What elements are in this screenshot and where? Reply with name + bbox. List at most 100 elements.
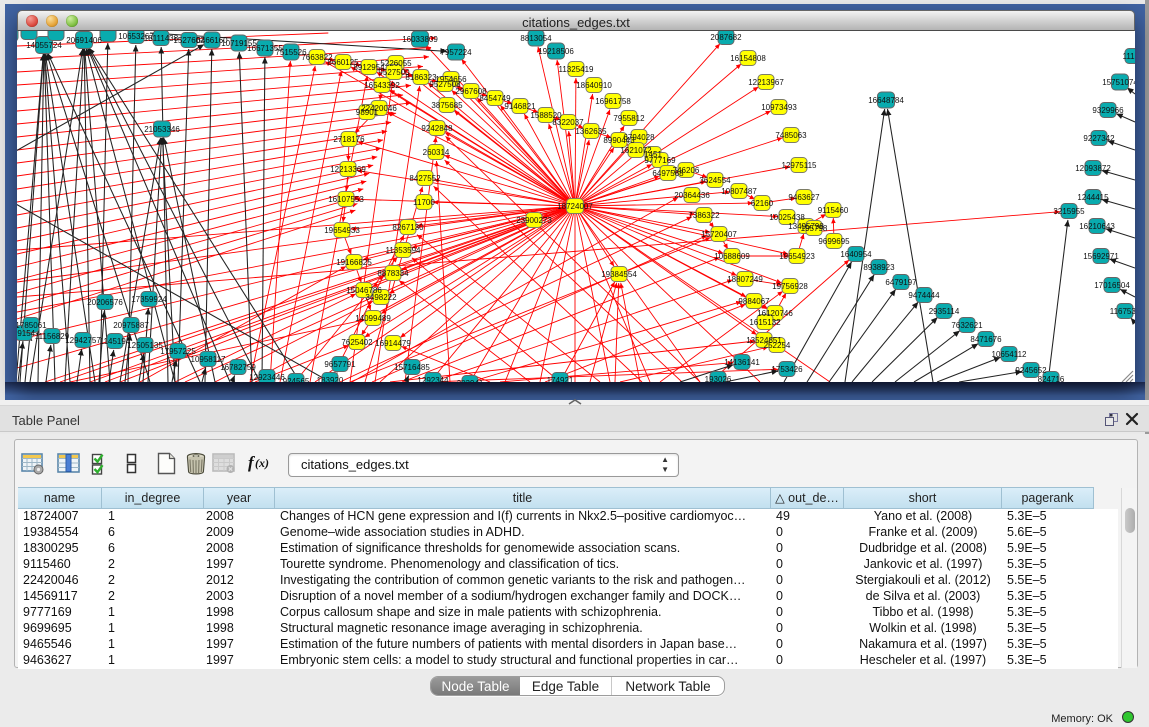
svg-text:1785061: 1785061 bbox=[17, 321, 47, 330]
svg-text:9699695: 9699695 bbox=[818, 237, 850, 246]
svg-text:18724007: 18724007 bbox=[557, 202, 593, 211]
svg-text:16543392: 16543392 bbox=[364, 81, 400, 90]
svg-text:16648784: 16648784 bbox=[868, 96, 904, 105]
svg-text:10688609: 10688609 bbox=[714, 252, 750, 261]
svg-text:15720407: 15720407 bbox=[701, 230, 737, 239]
svg-text:12505135: 12505135 bbox=[127, 341, 163, 350]
svg-text:20364436: 20364436 bbox=[674, 191, 710, 200]
svg-text:9657791: 9657791 bbox=[324, 360, 356, 369]
svg-text:39154: 39154 bbox=[17, 329, 36, 338]
svg-text:9474444: 9474444 bbox=[908, 291, 940, 300]
svg-text:7625402: 7625402 bbox=[341, 338, 373, 347]
svg-text:11123: 11123 bbox=[1122, 52, 1135, 61]
svg-text:9146821: 9146821 bbox=[504, 102, 536, 111]
svg-text:19654923: 19654923 bbox=[779, 252, 815, 261]
svg-text:12923446: 12923446 bbox=[249, 373, 285, 382]
svg-text:203941: 203941 bbox=[457, 379, 484, 382]
svg-text:9245652: 9245652 bbox=[1015, 366, 1047, 375]
svg-text:17016504: 17016504 bbox=[1094, 281, 1130, 290]
svg-text:12942757: 12942757 bbox=[65, 336, 101, 345]
svg-text:16154808: 16154808 bbox=[730, 54, 766, 63]
svg-text:8427552: 8427552 bbox=[409, 174, 441, 183]
svg-text:16033809: 16033809 bbox=[402, 35, 438, 44]
svg-text:16107553: 16107553 bbox=[328, 195, 364, 204]
svg-text:7386322: 7386322 bbox=[688, 211, 720, 220]
svg-text:12213967: 12213967 bbox=[748, 78, 784, 87]
svg-text:19654933: 19654933 bbox=[324, 226, 360, 235]
svg-text:17359924: 17359924 bbox=[131, 295, 167, 304]
svg-text:7957224: 7957224 bbox=[440, 48, 472, 57]
svg-text:8813054: 8813054 bbox=[520, 34, 552, 43]
svg-text:15692971: 15692971 bbox=[1083, 252, 1119, 261]
svg-text:18807249: 18807249 bbox=[727, 275, 763, 284]
svg-text:924565: 924565 bbox=[283, 377, 310, 382]
svg-text:19166825: 19166825 bbox=[336, 258, 372, 267]
svg-text:10807487: 10807487 bbox=[721, 187, 757, 196]
svg-text:14055724: 14055724 bbox=[26, 41, 62, 50]
svg-text:1753426: 1753426 bbox=[771, 365, 803, 374]
svg-text:20206576: 20206576 bbox=[87, 298, 123, 307]
svg-text:174921: 174921 bbox=[547, 376, 574, 382]
svg-text:183920: 183920 bbox=[317, 376, 344, 382]
svg-text:1244415: 1244415 bbox=[1077, 193, 1109, 202]
svg-text:5226055: 5226055 bbox=[380, 59, 412, 68]
svg-text:6479197: 6479197 bbox=[885, 278, 917, 287]
svg-text:9242848: 9242848 bbox=[421, 124, 453, 133]
svg-text:9463627: 9463627 bbox=[788, 193, 820, 202]
svg-text:8878334: 8878334 bbox=[377, 269, 409, 278]
svg-text:12093872: 12093872 bbox=[1075, 164, 1111, 173]
svg-text:16120746: 16120746 bbox=[757, 309, 793, 318]
svg-text:19384554: 19384554 bbox=[601, 270, 637, 279]
svg-text:16914479: 16914479 bbox=[375, 339, 411, 348]
svg-text:3498222: 3498222 bbox=[365, 293, 397, 302]
svg-text:9115460: 9115460 bbox=[818, 206, 849, 215]
svg-text:14136141: 14136141 bbox=[724, 358, 760, 367]
svg-text:16782759: 16782759 bbox=[220, 363, 256, 372]
svg-text:8322037: 8322037 bbox=[552, 118, 584, 127]
svg-text:9777169: 9777169 bbox=[644, 156, 676, 165]
svg-text:1145194: 1145194 bbox=[100, 337, 131, 346]
svg-text:18640910: 18640910 bbox=[576, 81, 612, 90]
svg-text:98901: 98901 bbox=[356, 108, 379, 117]
svg-text:11325419: 11325419 bbox=[559, 65, 595, 74]
svg-text:2087682: 2087682 bbox=[710, 33, 742, 42]
svg-text:1362635: 1362635 bbox=[575, 127, 607, 136]
svg-text:824716: 824716 bbox=[1038, 375, 1065, 382]
svg-text:23900273: 23900273 bbox=[516, 216, 552, 225]
svg-text:12975115: 12975115 bbox=[782, 161, 818, 170]
svg-text:2935114: 2935114 bbox=[929, 307, 960, 316]
svg-text:9329966: 9329966 bbox=[1092, 106, 1124, 115]
svg-text:1167533: 1167533 bbox=[1110, 307, 1135, 316]
svg-text:1615132: 1615132 bbox=[749, 318, 781, 327]
svg-text:(x): (x) bbox=[255, 456, 269, 470]
svg-text:15751074: 15751074 bbox=[1102, 78, 1135, 87]
svg-text:10654112: 10654112 bbox=[992, 350, 1028, 359]
svg-text:252254: 252254 bbox=[764, 341, 791, 350]
svg-text:7632621: 7632621 bbox=[951, 321, 983, 330]
svg-text:3624554: 3624554 bbox=[699, 176, 731, 185]
svg-text:20691406: 20691406 bbox=[66, 36, 102, 45]
svg-text:6794028: 6794028 bbox=[623, 133, 655, 142]
svg-text:10025438: 10025438 bbox=[769, 213, 805, 222]
svg-text:8267130: 8267130 bbox=[392, 223, 424, 232]
svg-text:746206: 746206 bbox=[673, 166, 700, 175]
svg-text:1640954: 1640954 bbox=[840, 250, 872, 259]
svg-text:15716485: 15716485 bbox=[394, 363, 430, 372]
svg-text:19218506: 19218506 bbox=[538, 47, 574, 56]
svg-text:1292344: 1292344 bbox=[417, 376, 449, 382]
svg-text:2718176: 2718176 bbox=[333, 135, 365, 144]
svg-text:3215955: 3215955 bbox=[1053, 207, 1085, 216]
svg-text:260314: 260314 bbox=[423, 148, 450, 157]
svg-text:19756928: 19756928 bbox=[772, 282, 808, 291]
svg-text:7955812: 7955812 bbox=[613, 114, 645, 123]
svg-text:193026: 193026 bbox=[705, 375, 732, 382]
svg-text:195798: 195798 bbox=[801, 224, 828, 233]
svg-text:3875685: 3875685 bbox=[431, 101, 463, 110]
svg-text:20975887: 20975887 bbox=[113, 321, 149, 330]
svg-text:8471676: 8471676 bbox=[970, 335, 1002, 344]
svg-text:12213369: 12213369 bbox=[330, 165, 366, 174]
svg-text:14099489: 14099489 bbox=[355, 314, 391, 323]
svg-text:9884067: 9884067 bbox=[738, 297, 770, 306]
svg-text:11353594: 11353594 bbox=[386, 246, 422, 255]
svg-text:10973493: 10973493 bbox=[761, 103, 797, 112]
